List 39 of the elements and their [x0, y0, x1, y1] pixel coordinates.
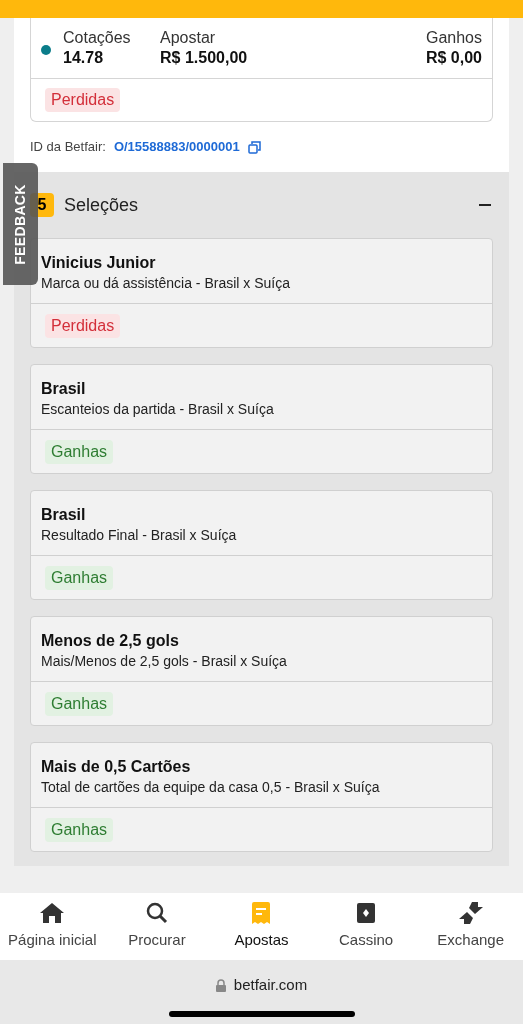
selection-name: Brasil: [41, 379, 87, 399]
card-icon: [357, 903, 376, 924]
odds-value: 14.78: [63, 48, 105, 68]
status-badge: Perdidas: [45, 313, 121, 338]
home-icon: [39, 902, 66, 925]
market-name: Escanteios da partida - Brasil x Suíça: [41, 400, 275, 419]
nav-tab[interactable]: Apostas: [209, 901, 314, 952]
market-name: Total de cartões da equipe da casa 0,5 - Brasil x Suíça: [41, 778, 381, 797]
stake-label: Apostar: [160, 28, 217, 48]
bet-id-link[interactable]: O/15588883/0000001: [113, 137, 240, 157]
status-badge: Ganhas: [45, 439, 114, 464]
feedback-tab[interactable]: FEEDBACK: [3, 163, 38, 285]
stake-value: R$ 1.500,00: [160, 48, 249, 68]
nav-tab[interactable]: Página inicial: [0, 901, 105, 952]
status-badge: Ganhas: [45, 817, 114, 842]
odds-label: Cotações: [63, 28, 132, 48]
receipt-icon: [252, 902, 271, 925]
returns-label: Ganhos: [425, 28, 482, 48]
selection-name: Brasil: [41, 505, 87, 525]
nav-tab[interactable]: Exchange: [418, 901, 523, 952]
nav-tab[interactable]: Cassino: [313, 901, 419, 952]
search-icon: [145, 902, 168, 925]
status-badge: Ganhas: [45, 691, 114, 716]
section-title: Seleções: [64, 193, 140, 217]
status-badge: Perdidas: [45, 88, 121, 112]
returns-value: R$ 0,00: [425, 48, 482, 68]
url-text[interactable]: betfair.com: [233, 974, 308, 997]
status-badge: Ganhas: [45, 565, 114, 590]
selection-name: Menos de 2,5 gols: [41, 631, 180, 651]
market-name: Marca ou dá assistência - Brasil x Suíça: [41, 274, 291, 293]
copy-icon[interactable]: [247, 140, 261, 154]
arrows-icon: [457, 902, 484, 925]
selection-name: Mais de 0,5 Cartões: [41, 757, 192, 777]
bet-id-label: ID da Betfair:: [30, 138, 106, 157]
selection-name: Vinicius Junior: [41, 253, 157, 273]
market-name: Mais/Menos de 2,5 gols - Brasil x Suíça: [41, 652, 288, 671]
nav-tab[interactable]: Procurar: [104, 901, 210, 952]
market-name: Resultado Final - Brasil x Suíça: [41, 526, 238, 545]
lock-icon: [215, 978, 226, 992]
